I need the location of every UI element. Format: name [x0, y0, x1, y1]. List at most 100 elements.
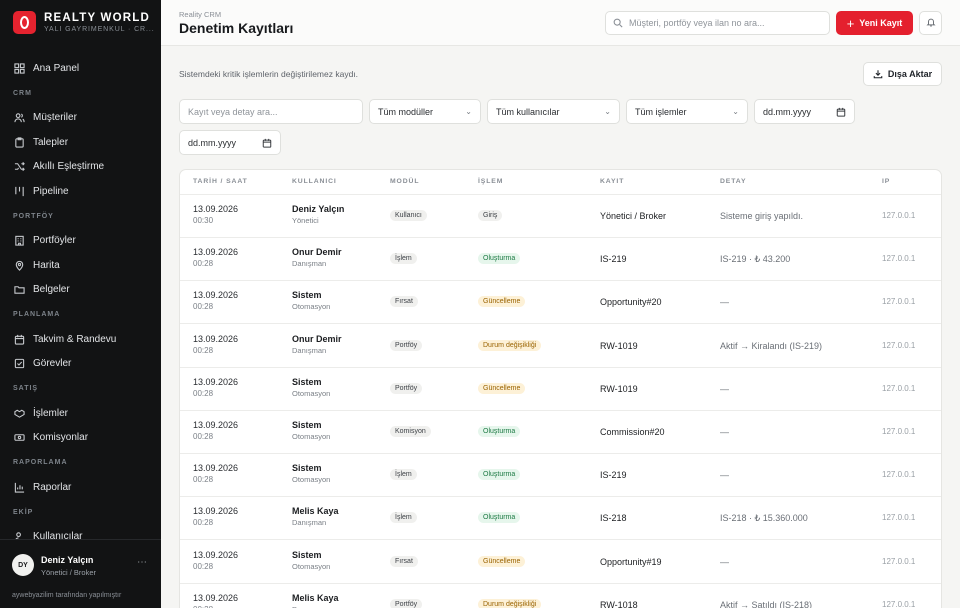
sidebar-item-matching[interactable]: Akıllı Eşleştirme: [0, 155, 161, 180]
row-record: Commission#20: [600, 427, 665, 437]
notifications-button[interactable]: [919, 11, 942, 35]
row-date: 13.09.2026: [193, 204, 239, 214]
breadcrumb[interactable]: Reality CRM: [179, 10, 221, 19]
table-row[interactable]: 13.09.2026 00:28 Sistem Otomasyon Fırsat Günc…: [180, 541, 941, 584]
module-badge: Komisyon: [390, 426, 431, 437]
chevron-down-icon: ⌄: [604, 107, 611, 116]
sidebar-item-map[interactable]: Harita: [0, 253, 161, 278]
row-detail: —: [720, 427, 729, 437]
sidebar-item-transactions[interactable]: İşlemler: [0, 401, 161, 426]
column-header-detail[interactable]: DETAY: [720, 178, 746, 185]
row-user-role: Danışman: [292, 259, 327, 269]
action-filter-select[interactable]: Tüm işlemler ⌄: [626, 99, 748, 124]
clipboard-icon: [14, 137, 25, 148]
table-row[interactable]: 13.09.2026 00:28 Sistem Otomasyon Fırsat Günc…: [180, 281, 941, 325]
global-search[interactable]: [605, 11, 830, 35]
row-time: 00:30: [193, 216, 214, 225]
sidebar-item-label: Görevler: [33, 358, 72, 370]
banknote-icon: [14, 432, 25, 443]
page-title: Denetim Kayıtları: [179, 20, 294, 36]
row-ip: 127.0.0.1: [882, 556, 916, 566]
sidebar-item-calendar[interactable]: Takvim & Randevu: [0, 327, 161, 352]
table-row[interactable]: 13.09.2026 00:28 Onur Demir Danışman İşlem Ol…: [180, 238, 941, 282]
sidebar-item-dashboard[interactable]: Ana Panel: [0, 56, 161, 81]
current-user-panel[interactable]: DY Deniz Yalçın Yönetici / Broker ⋯ aywe…: [0, 539, 161, 608]
module-badge: Portföy: [390, 382, 423, 394]
row-detail: —: [720, 470, 729, 481]
sidebar-item-reports[interactable]: Raporlar: [0, 475, 161, 500]
row-date: 13.09.2026: [193, 290, 239, 301]
row-record: RW-1019: [600, 340, 638, 351]
row-user-name: Melis Kaya: [292, 592, 339, 603]
sidebar-section-portfolio: PORTFÖY: [13, 212, 54, 220]
calendar-icon: [262, 138, 272, 148]
user-filter-select[interactable]: Tüm kullanıcılar ⌄: [487, 99, 620, 124]
table-row[interactable]: 13.09.2026 00:28 Sistem Otomasyon İşlem Oluşt…: [180, 454, 941, 498]
action-badge: Giriş: [478, 210, 503, 221]
column-header-user[interactable]: KULLANICI: [292, 178, 337, 185]
sidebar-item-portfolios[interactable]: Portföyler: [0, 229, 161, 254]
column-header-record[interactable]: KAYIT: [600, 178, 624, 185]
sidebar-section-sales: SATIŞ: [13, 385, 39, 392]
brand-subtitle: YALI GAYRIMENKUL · CR...: [44, 26, 155, 33]
plus-icon: +: [846, 15, 855, 31]
date-from-value: dd.mm.yyyy: [763, 106, 812, 117]
date-to-input[interactable]: dd.mm.yyyy: [179, 130, 281, 155]
top-header: Reality CRM Denetim Kayıtları + Yeni Kay…: [161, 0, 960, 46]
module-badge: Portföy: [390, 339, 423, 351]
table-row[interactable]: 13.09.2026 00:28 Onur Demir Danışman Portföy…: [180, 325, 941, 368]
module-filter-select[interactable]: Tüm modüller ⌄: [369, 99, 481, 124]
table-header: TARİH / SAAT KULLANICI MODÜL İŞLEM KAYIT…: [180, 170, 941, 195]
brand-name: REALTY WORLD: [44, 12, 150, 24]
sidebar-item-label: Takvim & Randevu: [33, 333, 117, 345]
sidebar-item-customers[interactable]: Müşteriler: [0, 106, 161, 131]
record-search-placeholder: Kayıt veya detay ara...: [188, 106, 278, 117]
row-user-name: Sistem: [292, 290, 322, 301]
global-search-input[interactable]: [629, 18, 819, 28]
row-time: 00:28: [193, 345, 214, 355]
column-header-module[interactable]: MODÜL: [390, 178, 419, 185]
table-row[interactable]: 13.09.2026 00:28 Sistem Otomasyon Portföy Gün…: [180, 368, 941, 411]
table-row[interactable]: 13.09.2026 00:28 Sistem Otomasyon Komisyon Ol…: [180, 411, 941, 454]
table-row[interactable]: 13.09.2026 00:30 Deniz Yalçın Yönetici Kulla…: [180, 195, 941, 238]
more-horizontal-icon[interactable]: ⋯: [137, 557, 147, 568]
row-time: 00:28: [193, 388, 214, 398]
new-record-label: Yeni Kayıt: [859, 18, 903, 28]
row-record: Yönetici / Broker: [600, 211, 667, 221]
user-role: Yönetici / Broker: [41, 568, 97, 577]
sidebar-item-tasks[interactable]: Görevler: [0, 352, 161, 377]
building-icon: [14, 235, 25, 246]
bell-icon: [925, 16, 936, 30]
row-date: 13.09.2026: [193, 506, 239, 517]
shuffle-icon: [14, 161, 25, 172]
brand-logo-icon: [13, 11, 36, 34]
sidebar-item-commissions[interactable]: Komisyonlar: [0, 426, 161, 451]
row-time: 00:28: [193, 259, 214, 269]
sidebar-item-label: Ana Panel: [33, 62, 80, 74]
column-header-ip[interactable]: IP: [882, 178, 890, 185]
sidebar-item-documents[interactable]: Belgeler: [0, 278, 161, 303]
action-badge: Güncelleme: [478, 382, 526, 394]
chevron-down-icon: ⌄: [732, 107, 739, 116]
sidebar-item-requests[interactable]: Talepler: [0, 130, 161, 155]
main-content: Sistemdeki kritik işlemlerin değiştirile…: [161, 46, 960, 608]
row-record: Opportunity#19: [600, 556, 662, 567]
export-label: Dışa Aktar: [887, 69, 933, 79]
table-row[interactable]: 13.09.2026 00:28 Melis Kaya Danışman İşlem Ol…: [180, 497, 941, 541]
row-user-role: Yönetici: [292, 216, 319, 225]
calendar-icon: [836, 107, 846, 117]
column-header-datetime[interactable]: TARİH / SAAT: [193, 178, 248, 185]
new-record-button[interactable]: + Yeni Kayıt: [836, 11, 913, 35]
table-row[interactable]: 13.09.202600:28Melis KayaDanışmanPortföy…: [180, 584, 941, 608]
brand[interactable]: REALTY WORLD YALI GAYRIMENKUL · CR...: [13, 11, 155, 34]
column-header-action[interactable]: İŞLEM: [478, 178, 503, 185]
module-badge: İşlem: [390, 512, 417, 524]
record-search-field[interactable]: Kayıt veya detay ara...: [179, 99, 363, 124]
export-button[interactable]: Dışa Aktar: [863, 62, 942, 86]
row-time: 00:28: [193, 518, 214, 528]
map-pin-icon: [14, 260, 25, 271]
sidebar-item-pipeline[interactable]: Pipeline: [0, 179, 161, 204]
action-filter-value: Tüm işlemler: [635, 106, 687, 117]
footer-credit: aywebyazilim tarafından yapılmıştır: [12, 592, 122, 599]
date-from-input[interactable]: dd.mm.yyyy: [754, 99, 855, 124]
